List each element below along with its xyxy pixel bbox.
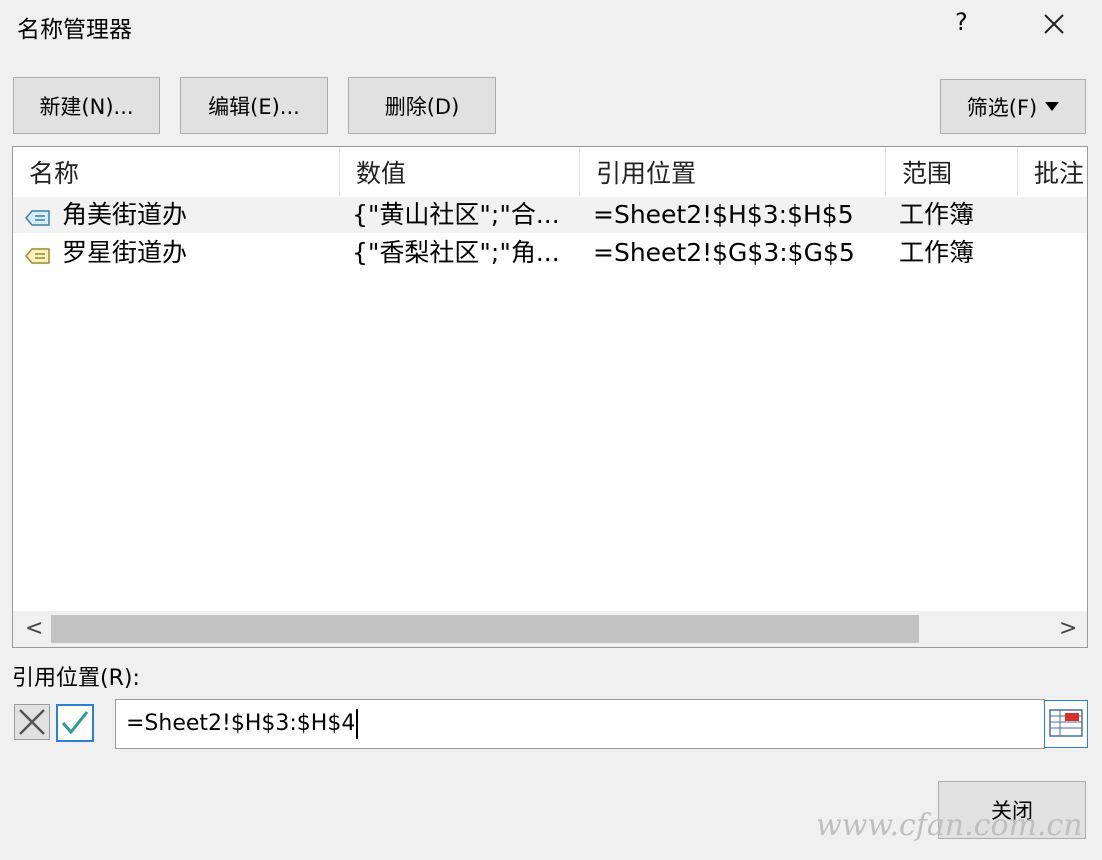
filter-label: 筛选(F)	[966, 95, 1038, 120]
scroll-left-button[interactable]: <	[25, 616, 43, 641]
row-name: 角美街道办	[62, 200, 188, 229]
close-icon[interactable]	[1040, 10, 1068, 38]
filter-button[interactable]: 筛选(F)	[940, 79, 1086, 134]
row-comment	[1031, 235, 1087, 271]
row-ref: =Sheet2!$G$3:$G$5	[593, 238, 855, 267]
row-comment	[1031, 197, 1087, 233]
name-tag-icon	[25, 205, 51, 226]
collapse-dialog-icon[interactable]	[1044, 700, 1088, 748]
table-row[interactable]: 罗星街道办 {"香梨社区";"角... =Sheet2!$G$3:$G$5 工作…	[13, 235, 1087, 271]
column-header-name[interactable]: 名称	[13, 147, 340, 196]
delete-button[interactable]: 删除(D)	[348, 77, 496, 134]
ref-input-value: =Sheet2!$H$3:$H$4	[126, 711, 356, 736]
help-button[interactable]: ?	[955, 8, 968, 36]
row-value: {"黄山社区";"合...	[352, 200, 560, 229]
ref-label: 引用位置(R):	[12, 666, 140, 691]
row-scope: 工作簿	[899, 238, 975, 267]
confirm-check-icon[interactable]	[56, 704, 94, 742]
column-header-ref[interactable]: 引用位置	[580, 147, 886, 196]
ref-input[interactable]: =Sheet2!$H$3:$H$4	[115, 699, 1045, 749]
column-header-comment[interactable]: 批注	[1018, 147, 1087, 196]
horizontal-scrollbar[interactable]: < >	[13, 611, 1087, 647]
table-row[interactable]: 角美街道办 {"黄山社区";"合... =Sheet2!$H$3:$H$5 工作…	[13, 197, 1087, 233]
row-scope: 工作簿	[899, 200, 975, 229]
row-ref: =Sheet2!$H$3:$H$5	[593, 200, 854, 229]
column-header-scope[interactable]: 范围	[886, 147, 1018, 196]
watermark: www.cfan.com.cn	[816, 808, 1083, 843]
row-value: {"香梨社区";"角...	[352, 238, 560, 267]
scroll-right-button[interactable]: >	[1059, 616, 1077, 641]
name-tag-icon	[25, 243, 51, 264]
chevron-down-icon	[1045, 102, 1060, 111]
text-cursor	[356, 709, 359, 739]
column-header-value[interactable]: 数值	[340, 147, 580, 196]
new-button[interactable]: 新建(N)...	[13, 77, 160, 134]
edit-button[interactable]: 编辑(E)...	[180, 77, 328, 134]
dialog-title: 名称管理器	[17, 17, 132, 43]
names-list[interactable]: 名称 数值 引用位置 范围 批注 角美街道办 {"黄山社区";"合... =Sh…	[12, 146, 1088, 648]
scroll-thumb[interactable]	[51, 615, 919, 643]
cancel-x-icon[interactable]	[14, 704, 50, 740]
row-name: 罗星街道办	[62, 238, 188, 267]
